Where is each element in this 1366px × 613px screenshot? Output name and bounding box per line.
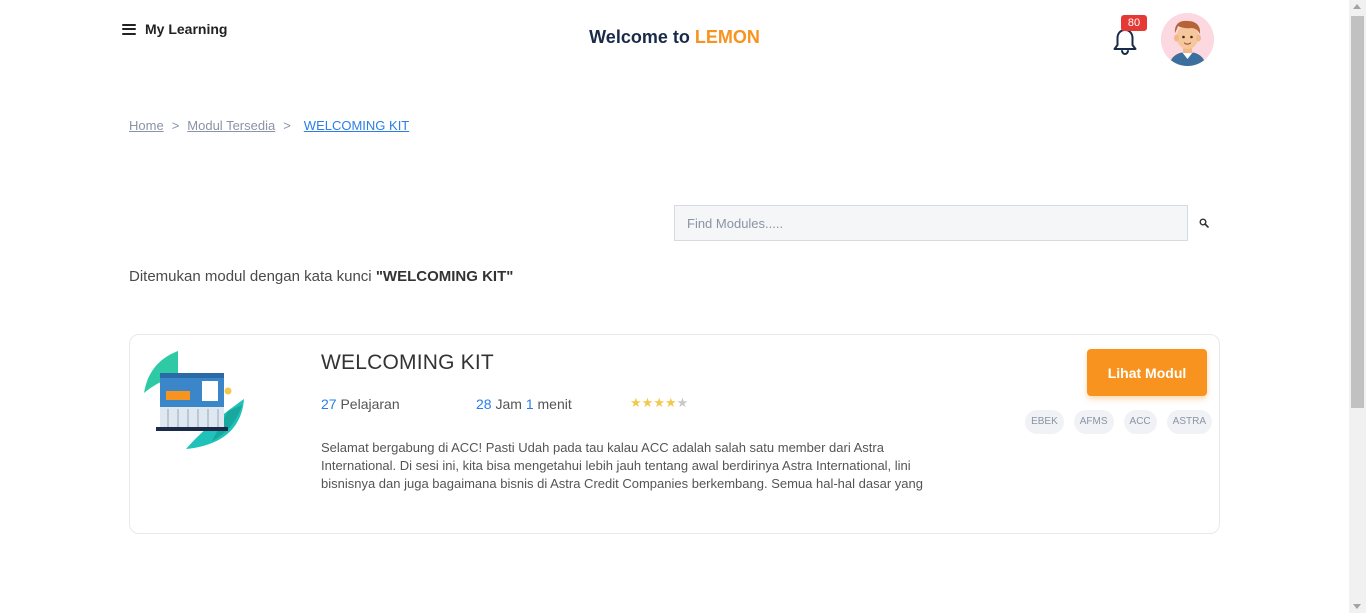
hours-label: Jam (495, 396, 522, 412)
search-button[interactable] (1188, 205, 1219, 241)
module-thumbnail (142, 349, 246, 451)
breadcrumb-home[interactable]: Home (129, 118, 164, 133)
star-filled-icon: ★ (630, 395, 642, 410)
star-filled-icon: ★ (653, 395, 665, 410)
star-filled-icon: ★ (664, 395, 677, 410)
hours-number: 28 (476, 396, 492, 412)
module-tag[interactable]: AFMS (1073, 410, 1114, 434)
module-duration: 28 Jam 1 menit (476, 396, 572, 412)
scrollbar-thumb[interactable] (1351, 16, 1364, 408)
module-description: Selamat bergabung di ACC! Pasti Udah pad… (321, 440, 923, 491)
module-tag[interactable]: EBEK (1025, 410, 1064, 434)
module-card[interactable]: WELCOMING KIT 27 Pelajaran 28 Jam 1 meni… (129, 334, 1220, 534)
search-icon (1199, 218, 1209, 228)
lihat-modul-button[interactable]: Lihat Modul (1087, 349, 1207, 396)
lessons-number: 27 (321, 396, 337, 412)
breadcrumb-current[interactable]: WELCOMING KIT (304, 118, 409, 133)
module-title[interactable]: WELCOMING KIT (321, 351, 494, 375)
page-scrollbar[interactable] (1349, 0, 1366, 613)
star-filled-icon: ★ (641, 395, 654, 410)
scroll-down-arrow-icon[interactable] (1353, 604, 1361, 609)
welcome-prefix: Welcome to (589, 27, 695, 47)
breadcrumb-separator: > (283, 118, 291, 133)
scroll-up-arrow-icon[interactable] (1353, 4, 1361, 9)
avatar-illustration (1161, 13, 1214, 66)
lessons-count: 27 Pelajaran (321, 396, 400, 412)
welcome-title: Welcome to LEMON (0, 27, 1349, 48)
module-tag[interactable]: ASTRA (1166, 410, 1212, 434)
result-keyword: "WELCOMING KIT" (375, 268, 514, 285)
lessons-label: Pelajaran (340, 396, 400, 412)
breadcrumb-separator: > (171, 118, 180, 133)
module-tag[interactable]: ACC (1123, 410, 1157, 434)
user-avatar[interactable] (1161, 13, 1214, 66)
star-empty-icon: ★ (676, 395, 689, 410)
minutes-label: menit (537, 396, 572, 412)
minutes-number: 1 (525, 396, 534, 412)
notification-badge: 80 (1121, 15, 1147, 31)
module-tags: EBEK AFMS ACC ASTRA (1025, 410, 1212, 434)
breadcrumb: Home > Modul Tersedia > WELCOMING KIT (129, 118, 409, 133)
search-input[interactable] (674, 205, 1188, 241)
result-prefix: Ditemukan modul dengan kata kunci (129, 268, 376, 285)
building-illustration (144, 351, 244, 449)
module-rating: ★ ★ ★ ★ ★ (630, 396, 688, 409)
brand-name: LEMON (694, 27, 760, 47)
breadcrumb-modules[interactable]: Modul Tersedia (187, 118, 275, 133)
search-bar (674, 205, 1219, 241)
search-result-text: Ditemukan modul dengan kata kunci "WELCO… (129, 268, 513, 285)
